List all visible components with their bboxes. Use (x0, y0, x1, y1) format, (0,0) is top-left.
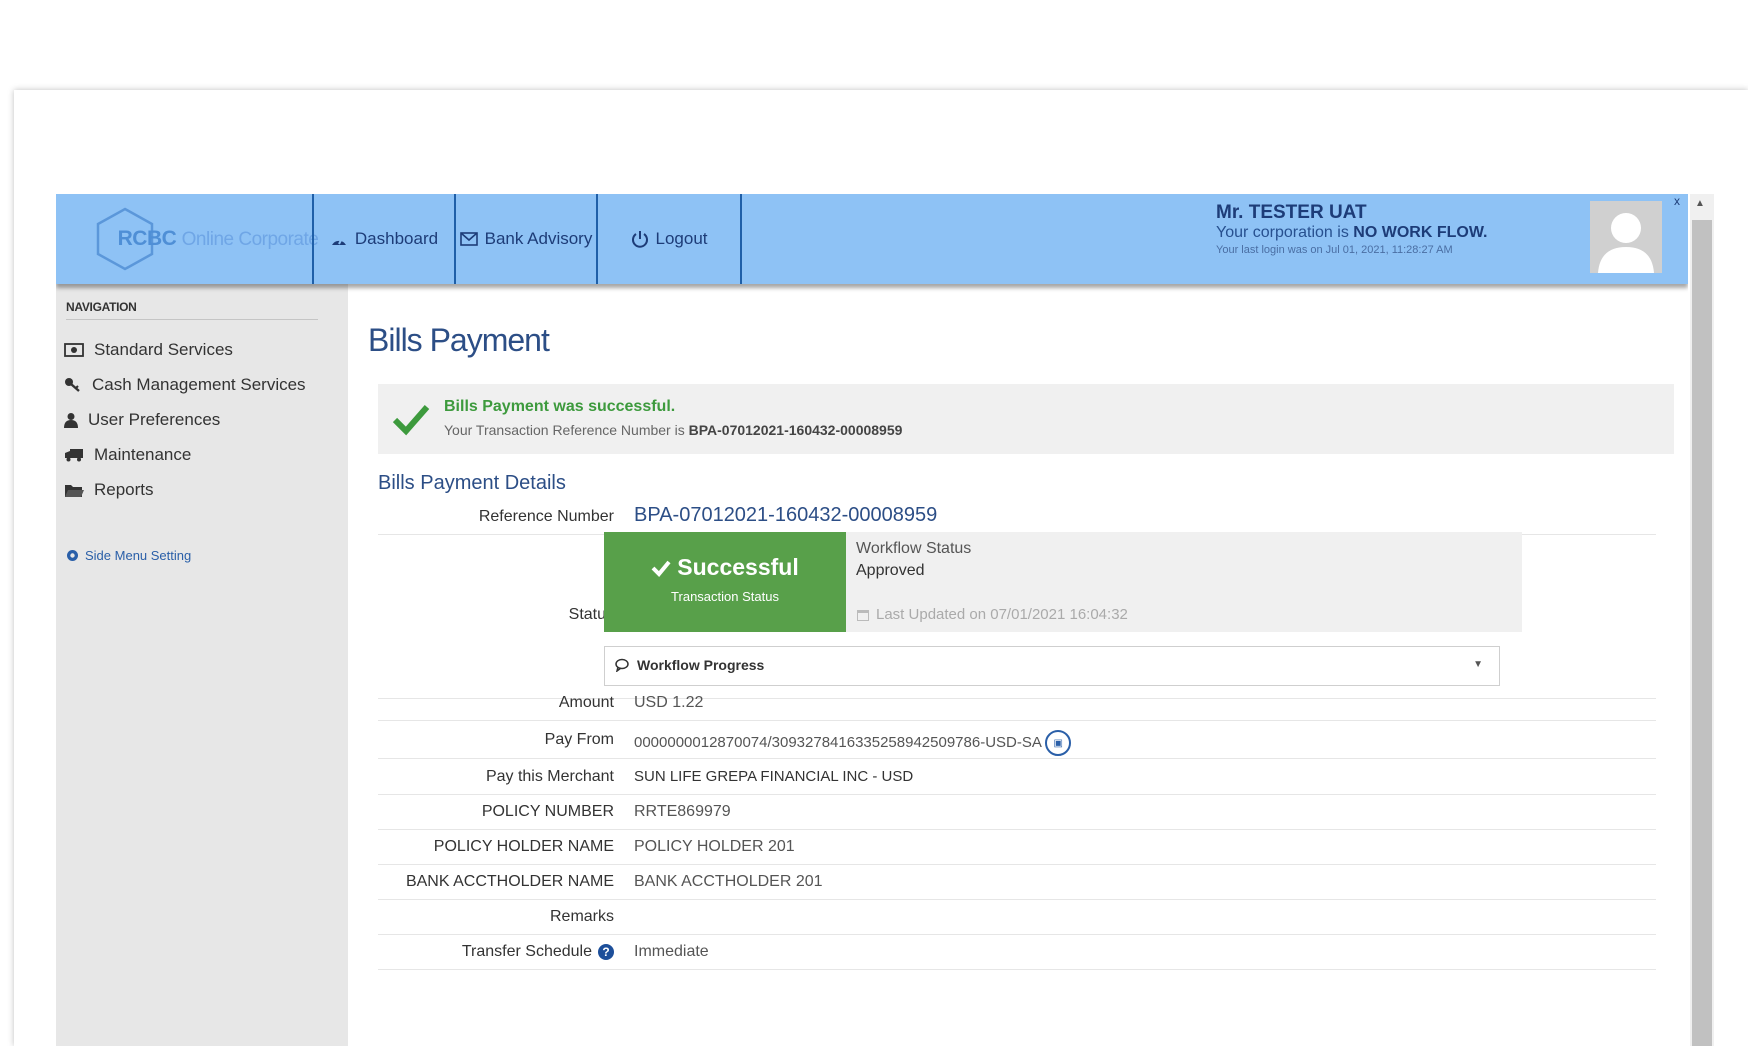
sidebar-item-standard-services[interactable]: Standard Services (64, 340, 233, 360)
detail-row: Pay this Merchant SUN LIFE GREPA FINANCI… (378, 758, 1656, 795)
nav-logout-label: Logout (655, 229, 708, 248)
detail-row: POLICY HOLDER NAME POLICY HOLDER 201 (378, 829, 1656, 865)
detail-row: Amount USD 1.22 (378, 684, 1656, 721)
nav-dashboard-button[interactable]: Dashboard (312, 194, 454, 284)
folder-icon (65, 484, 84, 497)
page-title: Bills Payment (368, 322, 550, 358)
gear-icon (67, 550, 78, 561)
detail-row: BANK ACCTHOLDER NAME BANK ACCTHOLDER 201 (378, 864, 1656, 900)
logo-main-text: RCBC (117, 227, 177, 250)
user-avatar-icon (1598, 213, 1654, 273)
vertical-scrollbar[interactable]: ▲ (1690, 194, 1714, 1046)
reference-label: Reference Number (478, 508, 614, 525)
success-reference: Your Transaction Reference Number is BPA… (444, 422, 903, 438)
truck-icon (65, 449, 83, 462)
header-close-icon[interactable]: x (1674, 194, 1680, 208)
dashboard-icon (331, 237, 346, 245)
scrollbar-thumb[interactable] (1692, 220, 1712, 1046)
corporation-info: Your corporation is NO WORK FLOW. (1216, 224, 1488, 241)
workflow-status-panel: Workflow Status Approved Last Updated on… (846, 532, 1522, 632)
chevron-down-icon: ▼ (1473, 659, 1483, 670)
scroll-up-arrow-icon[interactable]: ▲ (1695, 198, 1705, 209)
detail-row: Transfer Schedule? Immediate (378, 934, 1656, 970)
reference-value: BPA-07012021-160432-00008959 (634, 504, 938, 526)
nav-logout-button[interactable]: Logout (596, 194, 742, 284)
user-info: Mr. TESTER UAT Your corporation is NO WO… (1216, 202, 1516, 258)
checkmark-icon (392, 405, 430, 436)
corporation-workflow: NO WORK FLOW. (1353, 224, 1488, 241)
calendar-icon (857, 609, 869, 621)
detail-row-reference: Reference Number BPA-07012021-160432-000… (378, 498, 1656, 535)
account-details-icon[interactable]: ▣ (1045, 730, 1072, 756)
app-window: RCBC Online Corporate Dashboard Bank Adv… (56, 194, 1688, 1046)
envelope-icon (459, 232, 478, 246)
success-alert: Bills Payment was successful. Your Trans… (378, 384, 1674, 454)
user-icon (64, 413, 78, 428)
comments-icon (615, 658, 629, 672)
navigation-heading: NAVIGATION (66, 300, 318, 320)
sidebar-item-user-preferences[interactable]: User Preferences (64, 410, 220, 430)
transaction-status-badge: Successful Transaction Status (604, 532, 846, 632)
workflow-status-label: Workflow Status (856, 540, 972, 557)
logo-sub-text: Online Corporate (181, 229, 319, 250)
info-icon[interactable]: ? (598, 943, 614, 960)
avatar[interactable] (1590, 201, 1662, 273)
detail-row: Remarks (378, 899, 1656, 935)
last-login-text: Your last login was on Jul 01, 2021, 11:… (1216, 244, 1453, 256)
nav-dashboard-label: Dashboard (354, 229, 439, 248)
side-menu-setting-link[interactable]: Side Menu Setting (66, 548, 191, 563)
money-icon (64, 343, 84, 357)
sidebar: NAVIGATION Standard Services Cash Manage… (56, 284, 348, 1046)
detail-row: POLICY NUMBER RRTE869979 (378, 794, 1656, 830)
success-title: Bills Payment was successful. (444, 398, 676, 415)
main-content: Bills Payment Bills Payment was successf… (348, 284, 1674, 1046)
sidebar-item-reports[interactable]: Reports (64, 480, 154, 500)
workflow-progress-label: Workflow Progress (637, 657, 765, 673)
nav-bank-advisory-label: Bank Advisory (484, 229, 593, 248)
last-updated-text: Last Updated on 07/01/2021 16:04:32 (876, 606, 1128, 623)
section-title: Bills Payment Details (378, 472, 566, 494)
status-sub-text: Transaction Status (671, 589, 779, 604)
nav-bank-advisory-button[interactable]: Bank Advisory (454, 194, 596, 284)
sidebar-item-cash-management[interactable]: Cash Management Services (64, 375, 306, 395)
workflow-status-value: Approved (856, 562, 925, 579)
power-icon (631, 231, 648, 248)
status-main-text: Successful (677, 554, 799, 580)
top-header: RCBC Online Corporate Dashboard Bank Adv… (56, 194, 1688, 284)
success-reference-number: BPA-07012021-160432-00008959 (688, 422, 903, 438)
workflow-progress-dropdown[interactable]: Workflow Progress ▼ (604, 646, 1500, 686)
detail-row: Pay From 0000000012870074/30932784163352… (378, 720, 1656, 759)
user-name: Mr. TESTER UAT (1216, 202, 1367, 223)
rcbc-logo[interactable]: RCBC Online Corporate (56, 194, 348, 284)
check-icon (651, 560, 671, 577)
sidebar-item-maintenance[interactable]: Maintenance (64, 445, 191, 465)
key-icon (65, 378, 80, 392)
